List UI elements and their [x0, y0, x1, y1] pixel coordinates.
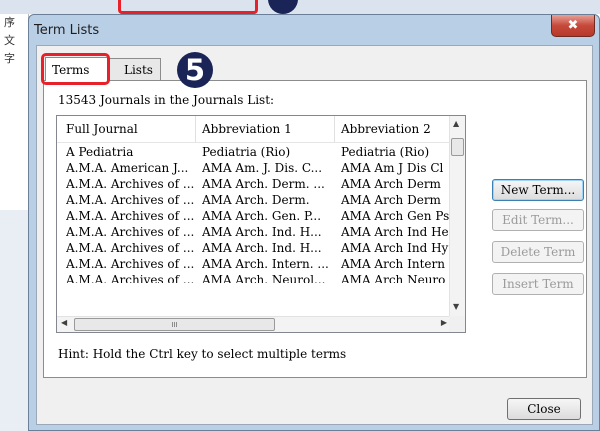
- annotation-step-badge: 5: [177, 52, 213, 88]
- column-header-abbreviation-2[interactable]: Abbreviation 2: [341, 122, 451, 136]
- list-row[interactable]: A.M.A. Archives of ... AMA Arch. Ind. H.…: [57, 225, 451, 241]
- vertical-scrollbar[interactable]: ▲ ▼: [449, 116, 465, 316]
- column-header-full-journal[interactable]: Full Journal: [66, 122, 195, 136]
- horizontal-scrollbar[interactable]: ◀ III ▶: [57, 316, 451, 332]
- scroll-down-icon[interactable]: ▼: [453, 302, 459, 311]
- cell-abbreviation-2: Pediatria (Rio): [341, 145, 430, 159]
- cell-abbreviation-2: AMA Arch Derm: [341, 177, 441, 191]
- cell-full-journal: A.M.A. Archives of ...: [66, 257, 195, 271]
- list-row[interactable]: A.M.A. Archives of ... AMA Arch. Neurol.…: [57, 273, 451, 283]
- cell-abbreviation-2: AMA Arch Neuro: [341, 273, 446, 283]
- cell-abbreviation-2: AMA Am J Dis Cl: [341, 161, 444, 175]
- term-lists-dialog: Term Lists ✖ Terms Lists 5 13543 Journal…: [28, 14, 600, 431]
- column-divider[interactable]: [195, 116, 196, 142]
- dialog-title: Term Lists: [34, 23, 100, 38]
- new-term-button[interactable]: New Term...: [492, 179, 584, 201]
- cell-abbreviation-2: AMA Arch Ind Hy: [341, 241, 449, 255]
- cell-abbreviation-2: AMA Arch Intern: [341, 257, 445, 271]
- list-row[interactable]: A.M.A. Archives of ... AMA Arch. Derm. .…: [57, 177, 451, 193]
- background-glyph: 字: [4, 52, 15, 65]
- dialog-client-area: Terms Lists 5 13543 Journals in the Jour…: [36, 45, 593, 425]
- cell-full-journal: A Pediatria: [66, 145, 134, 159]
- dialog-titlebar[interactable]: Term Lists ✖: [29, 15, 599, 47]
- scrollbar-corner: [449, 316, 465, 332]
- cell-full-journal: A.M.A. Archives of ...: [66, 273, 195, 283]
- hint-text: Hint: Hold the Ctrl key to select multip…: [58, 347, 347, 361]
- list-row[interactable]: A.M.A. American J... AMA Am. J. Dis. C..…: [57, 161, 451, 177]
- cell-abbreviation-1: AMA Arch. Ind. H...: [202, 241, 322, 255]
- cell-abbreviation-1: AMA Arch. Ind. H...: [202, 225, 322, 239]
- scroll-left-icon[interactable]: ◀: [61, 318, 67, 327]
- list-header: Full Journal Abbreviation 1 Abbreviation…: [57, 116, 451, 143]
- cell-abbreviation-1: AMA Am. J. Dis. C...: [202, 161, 323, 175]
- list-row[interactable]: A.M.A. Archives of ... AMA Arch. Ind. H.…: [57, 241, 451, 257]
- tab-lists[interactable]: Lists: [109, 58, 161, 80]
- background-left-lower-pane: [0, 210, 28, 431]
- background-toolbar: [0, 0, 600, 14]
- cell-abbreviation-2: AMA Arch Gen Ps: [341, 209, 450, 223]
- close-button[interactable]: Close: [507, 398, 581, 420]
- close-icon: ✖: [567, 18, 579, 33]
- vertical-scroll-thumb[interactable]: [451, 138, 464, 156]
- list-row[interactable]: A.M.A. Archives of ... AMA Arch. Intern.…: [57, 257, 451, 273]
- cell-abbreviation-1: AMA Arch. Derm.: [202, 193, 310, 207]
- cell-abbreviation-2: AMA Arch Derm: [341, 193, 441, 207]
- column-divider[interactable]: [334, 116, 335, 142]
- terms-list[interactable]: Full Journal Abbreviation 1 Abbreviation…: [56, 115, 466, 333]
- cell-full-journal: A.M.A. American J...: [66, 161, 189, 175]
- scroll-up-icon[interactable]: ▲: [453, 119, 459, 128]
- cell-abbreviation-1: AMA Arch. Derm. ...: [202, 177, 325, 191]
- column-header-abbreviation-1[interactable]: Abbreviation 1: [202, 122, 334, 136]
- background-glyph: 文: [4, 34, 15, 47]
- cell-full-journal: A.M.A. Archives of ...: [66, 209, 195, 223]
- tab-lists-label: Lists: [124, 62, 153, 77]
- cell-full-journal: A.M.A. Archives of ...: [66, 241, 195, 255]
- list-row[interactable]: A.M.A. Archives of ... AMA Arch. Derm. A…: [57, 193, 451, 209]
- background-glyph: 序: [4, 16, 15, 29]
- horizontal-scroll-thumb[interactable]: III: [74, 318, 275, 331]
- cell-abbreviation-1: AMA Arch. Neurol...: [202, 273, 326, 283]
- background-highlight-box: [118, 0, 258, 14]
- cell-abbreviation-1: Pediatria (Rio): [202, 145, 291, 159]
- journal-count-label: 13543 Journals in the Journals List:: [58, 93, 275, 107]
- insert-term-button[interactable]: Insert Term: [492, 273, 584, 295]
- list-row[interactable]: A Pediatria Pediatria (Rio) Pediatria (R…: [57, 145, 451, 161]
- cell-abbreviation-2: AMA Arch Ind He: [341, 225, 449, 239]
- edit-term-button[interactable]: Edit Term...: [492, 209, 584, 231]
- scroll-right-icon[interactable]: ▶: [441, 318, 447, 327]
- list-row[interactable]: A.M.A. Archives of ... AMA Arch. Gen. P.…: [57, 209, 451, 225]
- cell-full-journal: A.M.A. Archives of ...: [66, 225, 195, 239]
- window-close-button[interactable]: ✖: [551, 15, 595, 37]
- annotation-highlight-box: [41, 53, 110, 85]
- delete-term-button[interactable]: Delete Term: [492, 241, 584, 263]
- cell-full-journal: A.M.A. Archives of ...: [66, 177, 195, 191]
- cell-abbreviation-1: AMA Arch. Gen. P...: [202, 209, 322, 223]
- scroll-grip-icon: III: [171, 320, 178, 329]
- cell-full-journal: A.M.A. Archives of ...: [66, 193, 195, 207]
- cell-abbreviation-1: AMA Arch. Intern. ...: [202, 257, 329, 271]
- terms-tab-panel: 13543 Journals in the Journals List: Ful…: [43, 80, 587, 378]
- background-left-pane: 序 文 字: [0, 14, 29, 210]
